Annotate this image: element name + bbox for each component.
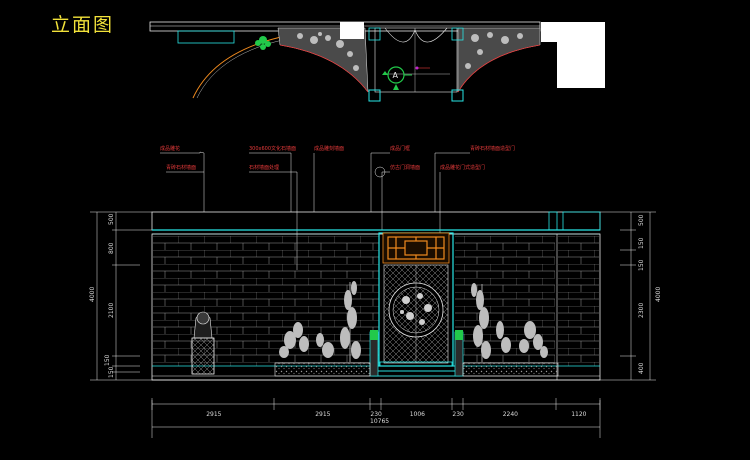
right-dim-3: 150 xyxy=(638,259,645,271)
right-dim-4: 2300 xyxy=(638,303,645,318)
planter-right xyxy=(462,362,559,377)
top-plan-fragment: A xyxy=(149,21,605,102)
right-dimensions xyxy=(600,211,656,381)
annotation-6: 成品门框 xyxy=(390,145,410,152)
bottom-dim-label: 1120 xyxy=(571,411,586,418)
annotation-8: 青砖石材墙面造型门 xyxy=(470,145,515,152)
left-dim-2: 800 xyxy=(108,242,115,254)
right-dim-2: 150 xyxy=(638,237,645,249)
annotation-5: 成品雕刻墙面 xyxy=(314,145,344,152)
elevation-svg: A 成品雕花 青砖石材墙面 300x600文化石墙面 石材墙面处理 成品雕刻墙面… xyxy=(89,21,662,438)
bottom-dim-label: 2915 xyxy=(206,411,221,418)
annotation-4: 石材墙面处理 xyxy=(249,164,279,171)
total-dimension: 10765 xyxy=(370,418,389,425)
bottom-dim-label: 1006 xyxy=(410,411,425,418)
left-dim-3: 4000 xyxy=(89,287,96,302)
section-marker-label: A xyxy=(393,71,399,80)
right-dim-1: 500 xyxy=(638,214,645,226)
left-dim-1: 500 xyxy=(108,213,115,225)
annotation-2: 青砖石材墙面 xyxy=(166,164,196,171)
section-marker-icon: A xyxy=(382,66,412,90)
left-dim-6: 150 xyxy=(108,366,115,378)
right-dim-6: 4000 xyxy=(655,287,662,302)
annotation-1: 成品雕花 xyxy=(160,145,180,152)
left-dim-labels: 500 800 4000 2100 150 150 xyxy=(89,213,115,378)
annotation-7: 仿古门洞墙面 xyxy=(390,164,420,171)
left-dim-5: 150 xyxy=(104,354,111,366)
bottom-dim-label: 230 xyxy=(452,411,464,418)
bottom-dim-label: 230 xyxy=(370,411,382,418)
annotations: 成品雕花 青砖石材墙面 300x600文化石墙面 石材墙面处理 成品雕刻墙面 成… xyxy=(160,145,515,171)
annotation-9: 成品雕花门式造型门 xyxy=(440,164,485,171)
annotation-3: 300x600文化石墙面 xyxy=(249,145,296,152)
bottom-dim-label: 2240 xyxy=(503,411,518,418)
right-dim-5: 400 xyxy=(638,362,645,374)
moon-gate-door xyxy=(369,232,464,377)
left-dim-4: 2100 xyxy=(108,303,115,318)
planter-left xyxy=(274,362,371,377)
cad-elevation-drawing: 立面图 A 成品雕花 青砖石材墙面 300x600文化石墙面 石材墙面处理 成品… xyxy=(0,0,750,460)
left-dimensions xyxy=(90,211,152,381)
bottom-dim-labels: 2915 2915 230 1006 230 2240 1120 xyxy=(206,411,586,418)
bottom-dim-label: 2915 xyxy=(315,411,330,418)
tree-symbol-icon xyxy=(255,36,271,50)
